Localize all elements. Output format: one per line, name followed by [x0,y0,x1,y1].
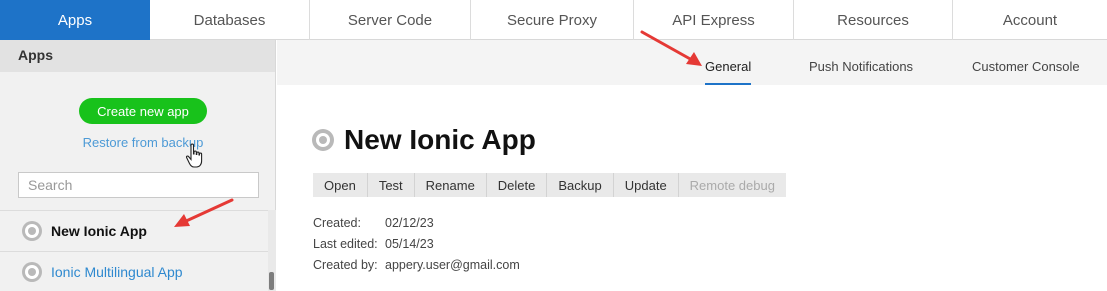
sidebar-title: Apps [0,40,275,72]
app-details: Created: 02/12/23 Last edited: 05/14/23 … [313,213,520,276]
created-value: 02/12/23 [385,216,434,230]
create-new-app-button[interactable]: Create new app [79,98,207,124]
app-name: Ionic Multilingual App [51,264,183,280]
created-by-label: Created by: [313,258,378,272]
sidebar: Apps Create new app Restore from backup … [0,40,276,291]
backup-button[interactable]: Backup [547,173,614,197]
last-edited-value: 05/14/23 [385,237,434,251]
tab-secure-proxy[interactable]: Secure Proxy [471,0,634,40]
tab-resources[interactable]: Resources [794,0,953,40]
tab-server-code[interactable]: Server Code [310,0,471,40]
created-by-value: appery.user@gmail.com [385,258,520,272]
app-name: New Ionic App [51,223,147,239]
top-nav: Apps Databases Server Code Secure Proxy … [0,0,1107,40]
created-label: Created: [313,216,361,230]
ionic-ring-icon [22,262,42,282]
annotation-arrow-icon [640,30,702,66]
sidebar-scrollbar[interactable] [268,210,276,291]
tab-databases[interactable]: Databases [150,0,310,40]
subtab-push-notifications[interactable]: Push Notifications [809,59,913,74]
app-header: New Ionic App [312,124,536,156]
scrollbar-thumb[interactable] [269,272,274,290]
update-button[interactable]: Update [614,173,679,197]
remote-debug-button: Remote debug [689,177,775,193]
test-button[interactable]: Test [368,173,415,197]
last-edited-label: Last edited: [313,237,378,251]
page-title: New Ionic App [344,124,536,155]
tab-account[interactable]: Account [953,0,1107,40]
ionic-ring-icon [312,129,334,151]
active-tab-indicator [705,83,751,85]
delete-button[interactable]: Delete [487,173,548,197]
tab-apps[interactable]: Apps [0,0,150,40]
app-list-item[interactable]: Ionic Multilingual App [0,251,268,291]
open-button[interactable]: Open [313,173,368,197]
restore-from-backup-link[interactable]: Restore from backup [0,135,286,150]
subtab-customer-console[interactable]: Customer Console [972,59,1080,74]
ionic-ring-icon [22,221,42,241]
rename-button[interactable]: Rename [415,173,487,197]
annotation-arrow-icon [174,198,234,227]
app-actions: Open Test Rename Delete Backup Update Re… [313,173,786,197]
hand-cursor-icon [185,143,203,168]
subtab-general[interactable]: General [705,59,751,74]
